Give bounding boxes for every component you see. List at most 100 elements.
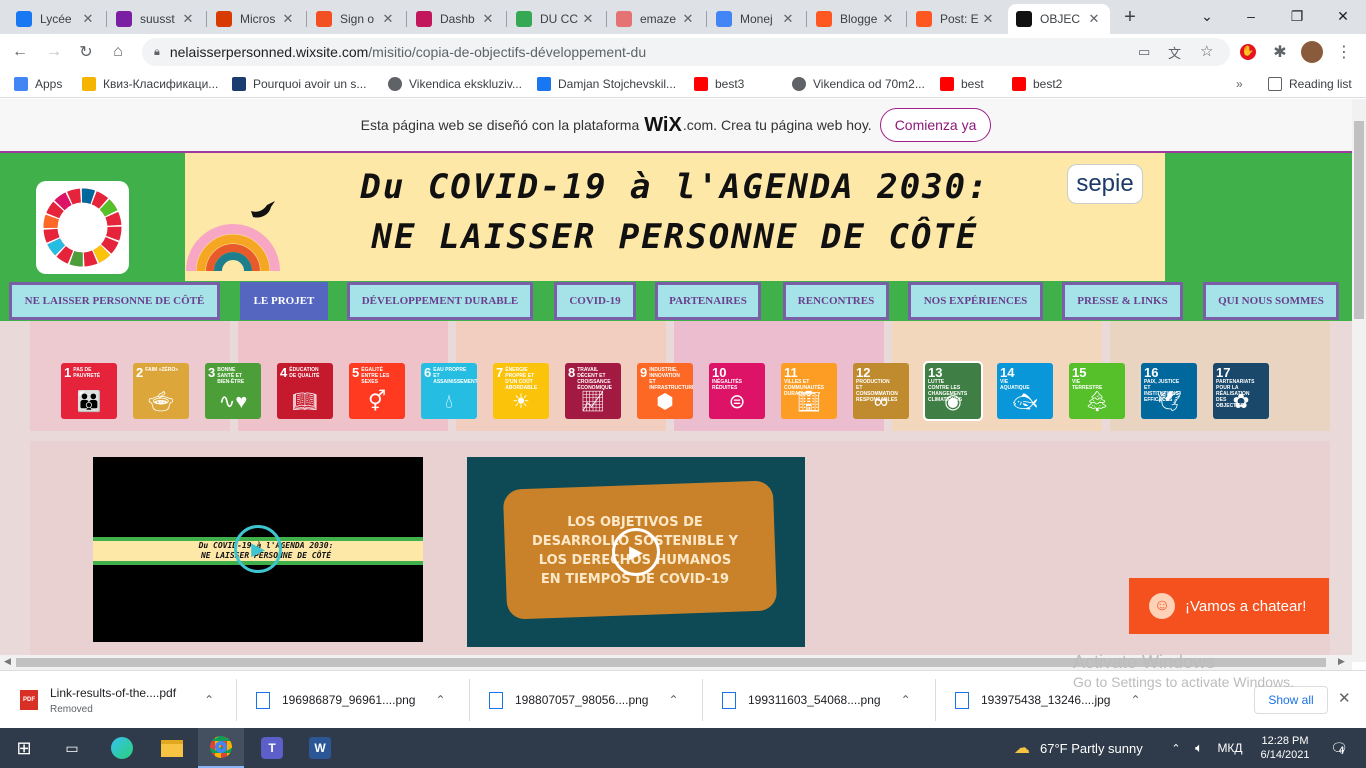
notifications-icon[interactable]: 🗨︎ 4 xyxy=(1322,728,1356,768)
task-view-icon[interactable]: ▭ xyxy=(52,728,92,768)
sdg-goal-17[interactable]: 17PARTENARIATS POUR LA RÉALISATION DES O… xyxy=(1213,363,1269,419)
bookmark-7[interactable]: Vikendica od 70m2... xyxy=(792,75,925,93)
download-options-icon[interactable]: ⌃ xyxy=(204,693,214,707)
nav-item-9[interactable]: QUI NOUS SOMMES xyxy=(1203,282,1339,320)
scroll-left-icon[interactable]: ◀ xyxy=(4,656,11,667)
sdg-goal-1[interactable]: 1 PAS DE PAUVRETÉ 👪︎ xyxy=(61,363,117,419)
nav-item-3[interactable]: DÉVELOPPEMENT DURABLE xyxy=(347,282,533,320)
home-icon[interactable]: ⌂ xyxy=(106,40,130,64)
start-now-button[interactable]: Comienza ya xyxy=(879,108,992,142)
bookmark-star-icon[interactable]: ☆ xyxy=(1200,42,1213,60)
download-options-icon[interactable]: ⌃ xyxy=(1130,693,1140,707)
tab-10[interactable]: Post: E ✕ xyxy=(908,4,1004,34)
clock[interactable]: 12:28 PM 6/14/2021 xyxy=(1250,728,1320,768)
weather-text[interactable]: 67°F Partly sunny xyxy=(1040,728,1160,768)
tab-close-icon[interactable]: ✕ xyxy=(1086,11,1102,27)
bookmark-2[interactable]: Квиз-Класификаци... xyxy=(82,75,218,93)
tab-close-icon[interactable]: ✕ xyxy=(580,11,596,27)
download-item[interactable]: 196986879_96961....png ⌃ xyxy=(256,671,446,729)
chat-widget[interactable]: ☺ ¡Vamos a chatear! xyxy=(1129,578,1329,634)
sdg-goal-16[interactable]: 16PAIX, JUSTICE ET INSTITUTIONS EFFICACE… xyxy=(1141,363,1197,419)
cast-icon[interactable]: ▭ xyxy=(1138,44,1150,60)
play-button-1[interactable]: ▶ xyxy=(234,525,282,573)
tab-close-icon[interactable]: ✕ xyxy=(480,11,496,27)
bookmark-3[interactable]: Pourquoi avoir un s... xyxy=(232,75,366,93)
download-item[interactable]: 198807057_98056....png ⌃ xyxy=(489,671,679,729)
translate-icon[interactable]: 文 xyxy=(1168,43,1181,62)
sdg-goal-4[interactable]: 4 ÉDUCATION DE QUALITÉ 📖︎ xyxy=(277,363,333,419)
sdg-goal-15[interactable]: 15VIE TERRESTRE 🌲︎ xyxy=(1069,363,1125,419)
nav-item-5[interactable]: PARTENAIRES xyxy=(655,282,761,320)
lock-icon[interactable]: 🔒︎ xyxy=(154,46,160,59)
sdg-goal-12[interactable]: 12PRODUCTION ET CONSOMMATION RESPONSABLE… xyxy=(853,363,909,419)
nav-item-1[interactable]: NE LAISSER PERSONNE DE CÔTÉ xyxy=(9,282,220,320)
system-tray-expand-icon[interactable]: ⌃ xyxy=(1166,728,1186,768)
input-language[interactable]: МКД xyxy=(1212,728,1248,768)
minimize-button[interactable]: – xyxy=(1228,0,1274,32)
download-options-icon[interactable]: ⌃ xyxy=(901,693,911,707)
new-tab-button[interactable]: + xyxy=(1118,4,1142,30)
bookmark-4[interactable]: Vikendica ekskluziv... xyxy=(388,75,522,93)
sdg-goal-3[interactable]: 3 BONNE SANTÉ ET BIEN-ÊTRE ∿♥ xyxy=(205,363,261,419)
sdg-goal-5[interactable]: 5 ÉGALITÉ ENTRE LES SEXES ⚥ xyxy=(349,363,405,419)
video-player-1[interactable]: Du COVID-19 à l'AGENDA 2030: NE LAISSER … xyxy=(93,457,423,642)
sdg-goal-10[interactable]: 10INÉGALITÉS RÉDUITES ⊜ xyxy=(709,363,765,419)
windows-start-icon[interactable]: ⊞ xyxy=(0,728,48,768)
sdg-goal-11[interactable]: 11VILLES ET COMMUNAUTÉS DURABLES 🏢︎ xyxy=(781,363,837,419)
nav-item-8[interactable]: PRESSE & LINKS xyxy=(1062,282,1183,320)
tab-3[interactable]: Micros ✕ xyxy=(208,4,304,34)
tab-5[interactable]: Dashb ✕ xyxy=(408,4,504,34)
word-icon[interactable]: W xyxy=(298,728,342,768)
reload-icon[interactable]: ↻ xyxy=(74,40,98,64)
tab-9[interactable]: Blogge ✕ xyxy=(808,4,904,34)
tab-close-icon[interactable]: ✕ xyxy=(80,11,96,27)
vertical-scroll-thumb[interactable] xyxy=(1354,121,1364,319)
extensions-icon[interactable]: ✱ xyxy=(1268,40,1292,64)
wix-logo[interactable]: WiX xyxy=(644,114,682,137)
bookmark-9[interactable]: best2 xyxy=(1012,75,1062,93)
download-item[interactable]: 199311603_54068....png ⌃ xyxy=(722,671,911,729)
tab-4[interactable]: Sign o ✕ xyxy=(308,4,404,34)
sdg-goal-9[interactable]: 9 INDUSTRIE, INNOVATION ET INFRASTRUCTURE… xyxy=(637,363,693,419)
tab-close-icon[interactable]: ✕ xyxy=(180,11,196,27)
nav-item-6[interactable]: RENCONTRES xyxy=(783,282,889,320)
sdg-goal-2[interactable]: 2 FAIM «ZÉRO» 🍲︎ xyxy=(133,363,189,419)
adblock-extension-icon[interactable]: ✋ xyxy=(1236,40,1260,64)
reading-list-button[interactable]: Reading list xyxy=(1268,75,1352,93)
download-options-icon[interactable]: ⌃ xyxy=(668,693,678,707)
back-icon[interactable]: ← xyxy=(8,40,32,64)
sdg-goal-8[interactable]: 8 TRAVAIL DÉCENT ET CROISSANCE ÉCONOMIQUE… xyxy=(565,363,621,419)
tab-close-icon[interactable]: ✕ xyxy=(680,11,696,27)
bookmark-1[interactable]: Apps xyxy=(14,75,62,93)
chrome-icon[interactable] xyxy=(198,728,244,768)
tab-7[interactable]: emaze ✕ xyxy=(608,4,704,34)
vertical-scrollbar[interactable] xyxy=(1352,99,1366,662)
tab-1[interactable]: Lycée ✕ xyxy=(8,4,104,34)
bookmarks-overflow-icon[interactable]: » xyxy=(1236,75,1243,93)
tab-close-icon[interactable]: ✕ xyxy=(780,11,796,27)
video-player-2[interactable]: LOS OBJETIVOS DE DESARROLLO SOSTENIBLE Y… xyxy=(467,457,805,647)
bookmark-8[interactable]: best xyxy=(940,75,984,93)
profile-avatar[interactable] xyxy=(1300,40,1324,64)
tab-close-icon[interactable]: ✕ xyxy=(280,11,296,27)
restore-button[interactable]: ❐ xyxy=(1274,0,1320,32)
sdg-goal-6[interactable]: 6 EAU PROPRE ET ASSAINISSEMENT 💧︎ xyxy=(421,363,477,419)
sdg-goal-14[interactable]: 14VIE AQUATIQUE 🐟︎ xyxy=(997,363,1053,419)
weather-icon[interactable]: ☁ xyxy=(1010,728,1034,768)
tab-close-icon[interactable]: ✕ xyxy=(380,11,396,27)
scroll-right-icon[interactable]: ▶ xyxy=(1338,656,1345,667)
volume-icon[interactable]: 🔈︎ xyxy=(1188,728,1210,768)
bookmark-6[interactable]: best3 xyxy=(694,75,744,93)
sdg-goal-7[interactable]: 7 ÉNERGIE PROPRE ET D'UN COÛT ABORDABLE ☀ xyxy=(493,363,549,419)
download-item[interactable]: PDF Link-results-of-the....pdf Removed ⌃ xyxy=(20,671,214,729)
tab-close-icon[interactable]: ✕ xyxy=(980,11,996,27)
close-window-button[interactable]: ✕ xyxy=(1320,0,1366,32)
tab-search-icon[interactable]: ⌄ xyxy=(1184,0,1230,32)
sdg-goal-13[interactable]: 13LUTTE CONTRE LES CHANGEMENTS CLIMATIQU… xyxy=(923,361,983,421)
tab-8[interactable]: Monej ✕ xyxy=(708,4,804,34)
tab-11[interactable]: OBJEC ✕ xyxy=(1008,4,1110,34)
forward-icon[interactable]: → xyxy=(42,40,66,64)
address-bar[interactable]: 🔒︎ nelaisserpersonned.wixsite.com/misiti… xyxy=(142,38,1230,66)
download-options-icon[interactable]: ⌃ xyxy=(435,693,445,707)
nav-item-7[interactable]: NOS EXPÉRIENCES xyxy=(908,282,1043,320)
